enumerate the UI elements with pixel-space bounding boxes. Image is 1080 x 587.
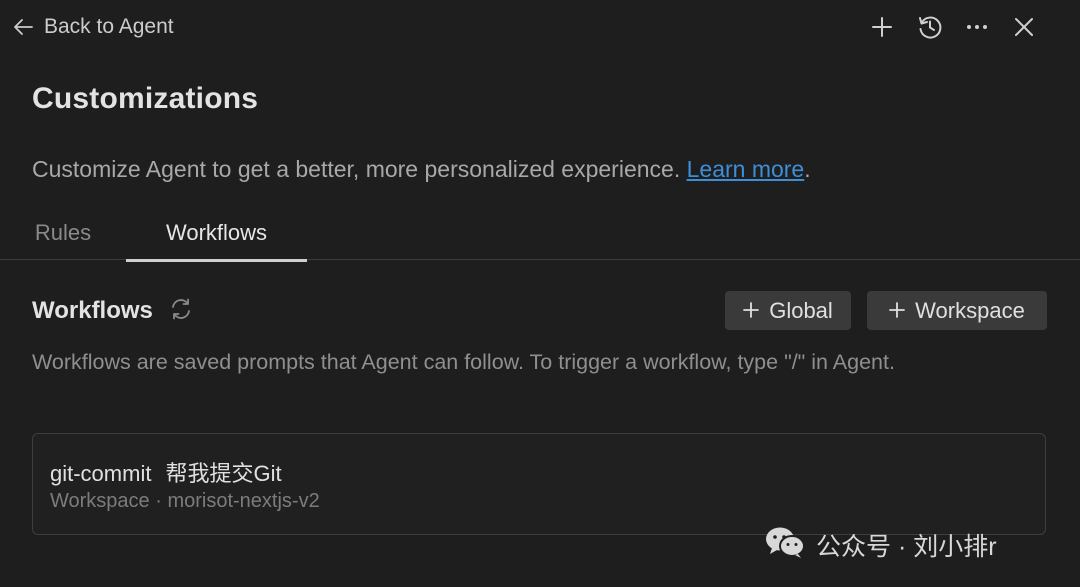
workflow-name: git-commit (50, 461, 152, 486)
history-icon (917, 14, 943, 40)
page-subtitle: Customize Agent to get a better, more pe… (32, 156, 811, 183)
watermark: 公众号 · 刘小排r (764, 526, 997, 564)
workflow-title: git-commit 帮我提交Git (50, 456, 282, 488)
section-title: Workflows (32, 297, 153, 324)
plus-icon (743, 298, 760, 324)
add-global-button[interactable]: Global (725, 291, 851, 330)
new-button[interactable] (865, 10, 899, 44)
top-bar: Back to Agent (0, 0, 1080, 54)
refresh-button[interactable] (167, 297, 195, 325)
wechat-icon (764, 525, 806, 566)
workflow-summary: 帮我提交Git (165, 461, 282, 486)
workspace-button-label: Workspace (915, 297, 1025, 323)
plus-icon (889, 298, 906, 324)
global-button-label: Global (769, 297, 833, 323)
plus-icon (871, 16, 893, 38)
tab-workflows[interactable]: Workflows (126, 206, 307, 262)
tab-rules[interactable]: Rules (18, 206, 108, 260)
back-to-agent-button[interactable]: Back to Agent (12, 12, 174, 42)
more-button[interactable] (960, 10, 994, 44)
workflow-card[interactable]: git-commit 帮我提交Git Workspace · morisot-ne… (32, 433, 1046, 535)
workflows-description: Workflows are saved prompts that Agent c… (32, 350, 895, 374)
learn-more-link[interactable]: Learn more (687, 156, 805, 182)
arrow-left-icon (12, 16, 34, 38)
watermark-text: 公众号 · 刘小排r (816, 533, 997, 561)
refresh-icon (169, 297, 193, 326)
add-workspace-button[interactable]: Workspace (867, 291, 1047, 330)
subtitle-text: Customize Agent to get a better, more pe… (32, 156, 681, 182)
back-label: Back to Agent (44, 15, 174, 38)
history-button[interactable] (913, 10, 947, 44)
tab-bar: Rules Workflows (0, 206, 1080, 262)
page-title: Customizations (32, 82, 259, 115)
more-icon (965, 15, 989, 39)
close-icon (1014, 17, 1034, 37)
close-button[interactable] (1007, 10, 1041, 44)
workflows-header: Workflows (32, 292, 195, 330)
workflow-meta: Workspace · morisot-nextjs-v2 (50, 490, 320, 512)
subtitle-period: . (804, 156, 811, 182)
